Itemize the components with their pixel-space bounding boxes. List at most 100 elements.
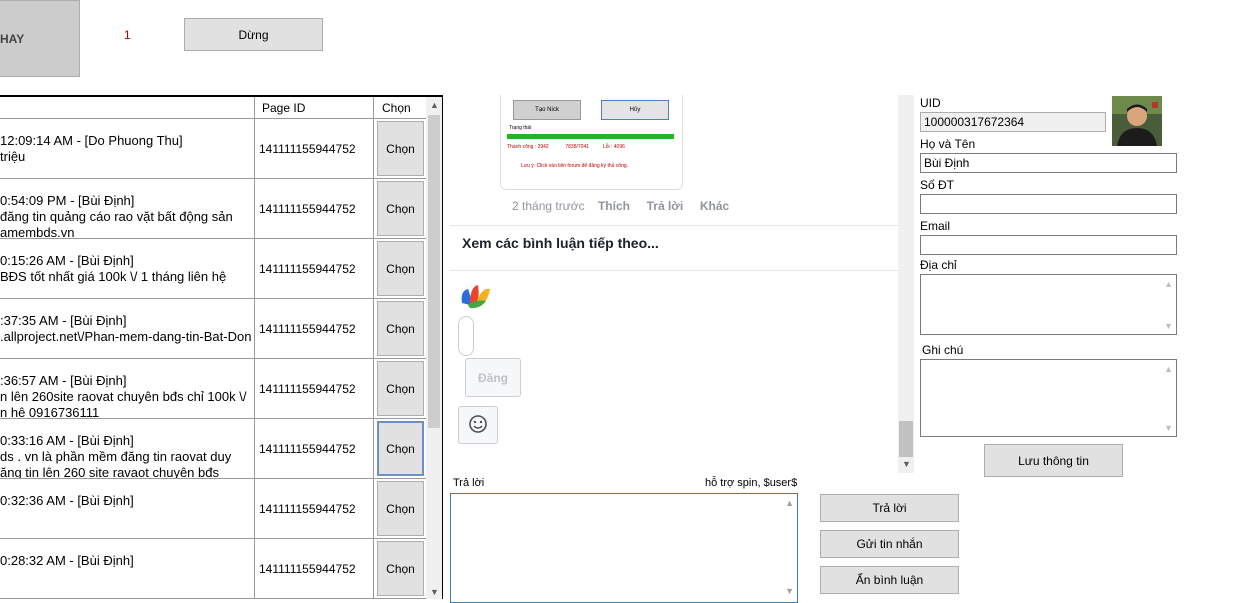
preview-progress [507,134,674,139]
scroll-thumb[interactable] [428,115,440,428]
avatar[interactable] [1112,96,1162,146]
webview-scroll-down-icon[interactable]: ▼ [902,459,911,469]
comments-grid: Page ID Chọn 12:09:14 AM - [Do Phuong Th… [0,95,443,599]
run-button[interactable]: HAY [0,0,80,77]
choose-button[interactable]: Chọn [377,541,424,596]
reply-textarea[interactable]: ▲ ▼ [450,493,798,603]
table-row[interactable]: 0:33:16 AM - [Bùi Định] ds . vn là phần m… [0,419,426,479]
grid-header: Page ID Chọn [0,97,426,119]
name-label: Họ và Tên [920,137,976,151]
email-label: Email [920,219,951,233]
comment-cell: 0:15:26 AM - [Bùi Định] BĐS tốt nhất giá … [0,239,255,298]
note-scroll-down-icon[interactable]: ▼ [1164,423,1173,433]
preview-cancel-label: Hủy [629,107,641,113]
choose-button[interactable]: Chọn [377,481,424,536]
header-comment [0,97,255,119]
address-field[interactable]: ▲ ▼ [920,274,1177,335]
reply-scroll-down-icon[interactable]: ▼ [785,586,794,596]
reply-scroll-up-icon[interactable]: ▲ [785,498,794,508]
like-link[interactable]: Thích [598,199,630,213]
grid-scrollbar[interactable]: ▲ ▼ [426,97,442,599]
comment-line2: triệu [0,149,26,164]
reply-button[interactable]: Trả lời [820,494,959,522]
uid-field[interactable]: 100000317672364 [920,112,1106,132]
comment-line1: 0:32:36 AM - [Bùi Định] [0,493,134,508]
divider-1 [450,225,900,226]
preview-success-value: 2942 [537,144,549,150]
comment-line3: n hệ 0916736111 [0,405,100,418]
table-row[interactable]: 0:54:09 PM - [Bùi Định] đăng tin quảng cá… [0,179,426,239]
comment-input[interactable] [458,316,474,356]
preview-status-label: Trạng thái [509,125,532,131]
table-row[interactable]: 0:32:36 AM - [Bùi Định] 141111155944752 Ch… [0,479,426,539]
table-row[interactable]: 0:15:26 AM - [Bùi Định] BĐS tốt nhất giá … [0,239,426,299]
other-link[interactable]: Khác [700,199,729,213]
webview-scroll-thumb[interactable] [899,421,913,457]
post-button-label: Đăng [478,370,508,385]
comment-line2: ds . vn là phần mềm đăng tin raovat duy [0,449,232,464]
hide-comment-label: Ẩn bình luận [855,573,924,587]
stop-button-label: Dừng [238,27,269,42]
table-row[interactable]: :36:57 AM - [Bùi Định] n lên 260site raov… [0,359,426,419]
save-info-button[interactable]: Lưu thông tin [984,444,1123,477]
emoji-button[interactable] [458,406,498,444]
comment-cell: 12:09:14 AM - [Do Phuong Thu] triệu [0,119,255,178]
email-field[interactable] [920,235,1177,255]
comment-line2: BĐS tốt nhất giá 100k \/ 1 tháng liên hệ [0,269,227,284]
reply-link[interactable]: Trả lời [647,199,684,213]
preview-note: Lưu ý: Click vào liên forum để đăng ký t… [521,163,629,169]
scroll-down-icon[interactable]: ▼ [430,587,439,597]
address-scroll-down-icon[interactable]: ▼ [1164,321,1173,331]
choose-button[interactable]: Chọn [377,361,424,416]
stop-button[interactable]: Dừng [184,18,323,51]
webview-scrollbar[interactable]: ▼ [898,95,914,473]
choose-button[interactable]: Chọn [377,181,424,236]
hide-comment-button[interactable]: Ẩn bình luận [820,566,959,594]
phone-field[interactable] [920,194,1177,214]
run-button-label: HAY [0,31,25,46]
comment-line1: 12:09:14 AM - [Do Phuong Thu] [0,133,183,148]
preview-image: Tạo Nick Hủy Trạng thái Thành công : 294… [500,95,683,190]
preview-error-value: 4096 [613,144,625,150]
table-row[interactable]: 12:09:14 AM - [Do Phuong Thu] triệu 141111… [0,119,426,179]
web-view: Tạo Nick Hủy Trạng thái Thành công : 294… [450,95,900,473]
send-message-button[interactable]: Gửi tin nhắn [820,530,959,558]
preview-create-button: Tạo Nick [513,100,581,120]
post-button[interactable]: Đăng [465,358,521,397]
preview-success-label: Thành công : [507,144,537,150]
comment-line1: 0:54:09 PM - [Bùi Định] [0,193,135,208]
scroll-up-icon[interactable]: ▲ [430,100,439,110]
comment-line2: .allproject.net\/Phan-mem-dang-tin-Bat-D… [0,329,252,344]
name-field[interactable]: Bùi Định [920,153,1177,173]
choose-button[interactable]: Chọn [377,241,424,296]
preview-ratio: 7838/7041 [565,144,590,150]
comment-actions: 2 tháng trước Thích Trả lời Khác [512,199,729,213]
page-id-cell: 141111155944752 [256,239,374,298]
address-label: Địa chỉ [920,258,957,272]
choose-button[interactable]: Chọn [377,301,424,356]
choose-button[interactable]: Chọn [377,121,424,176]
comment-line3: amembds.vn [0,225,75,238]
note-label: Ghi chú [922,343,964,357]
more-comments-link[interactable]: Xem các bình luận tiếp theo... [462,235,659,251]
counter-label: 1 [124,28,131,42]
table-row[interactable]: 0:28:32 AM - [Bùi Định] 141111155944752 Ch… [0,539,426,599]
comment-line1: 0:15:26 AM - [Bùi Định] [0,253,134,268]
page-id-cell: 141111155944752 [256,359,374,418]
phone-label: Số ĐT [920,178,955,192]
address-scroll-up-icon[interactable]: ▲ [1164,279,1173,289]
comment-line1: :37:35 AM - [Bùi Định] [0,313,127,328]
comment-line1: :36:57 AM - [Bùi Định] [0,373,127,388]
send-message-label: Gửi tin nhắn [856,537,923,551]
note-scroll-up-icon[interactable]: ▲ [1164,364,1173,374]
comment-line1: 0:33:16 AM - [Bùi Định] [0,433,134,448]
comment-cell: :37:35 AM - [Bùi Định] .allproject.net\/P… [0,299,255,358]
page-id-cell: 141111155944752 [256,539,374,598]
note-field[interactable]: ▲ ▼ [920,359,1177,437]
page-id-cell: 141111155944752 [256,479,374,538]
time-ago: 2 tháng trước [512,199,585,213]
choose-button[interactable]: Chọn [377,421,424,476]
comment-cell: 0:28:32 AM - [Bùi Định] [0,539,255,598]
header-choose: Chọn [382,101,411,115]
table-row[interactable]: :37:35 AM - [Bùi Định] .allproject.net\/P… [0,299,426,359]
